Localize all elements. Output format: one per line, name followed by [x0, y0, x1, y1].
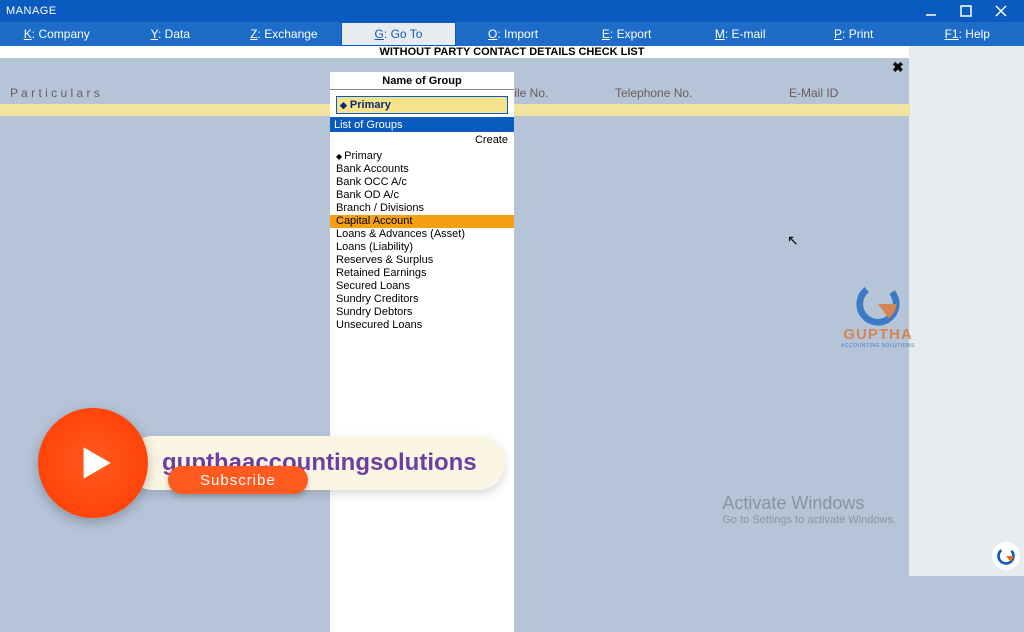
menu-company[interactable]: K: Company: [0, 22, 114, 46]
brand-watermark: GUPTHA ACCOUNTING SOLUTIONS: [838, 280, 918, 349]
group-list: PrimaryBank AccountsBank OCC A/cBank OD …: [330, 150, 514, 332]
menu-import[interactable]: O: Import: [456, 22, 570, 46]
group-item[interactable]: Sundry Debtors: [330, 306, 514, 319]
right-side-panel: [909, 46, 1024, 576]
group-item[interactable]: Reserves & Surplus: [330, 254, 514, 267]
play-icon: [67, 437, 119, 489]
minimize-button[interactable]: [913, 0, 948, 22]
group-item[interactable]: Loans (Liability): [330, 241, 514, 254]
activate-windows-notice: Activate Windows Go to Settings to activ…: [722, 493, 896, 526]
subscribe-overlay: gupthaaccountingsolutions: [38, 408, 505, 518]
group-name-field[interactable]: ◆ Primary: [336, 96, 508, 114]
mouse-cursor-icon: ↖: [787, 232, 799, 249]
maximize-button[interactable]: [948, 0, 983, 22]
group-item[interactable]: Sundry Creditors: [330, 293, 514, 306]
play-button[interactable]: [38, 408, 148, 518]
window-buttons: [913, 0, 1018, 22]
activate-line1: Activate Windows: [722, 493, 896, 514]
corner-logo: [992, 542, 1020, 570]
group-item[interactable]: Loans & Advances (Asset): [330, 228, 514, 241]
group-item[interactable]: Primary: [330, 150, 514, 163]
close-report-button[interactable]: ✖: [892, 59, 906, 73]
group-item[interactable]: Branch / Divisions: [330, 202, 514, 215]
group-selection-popup: Name of Group ◆ Primary List of Groups C…: [330, 72, 514, 632]
brand-subtitle: ACCOUNTING SOLUTIONS: [838, 343, 918, 349]
menu-print[interactable]: P: Print: [797, 22, 911, 46]
group-item[interactable]: Bank OCC A/c: [330, 176, 514, 189]
menu-goto[interactable]: G: Go To: [341, 22, 457, 46]
menu-email[interactable]: M: E-mail: [683, 22, 797, 46]
brand-name: GUPTHA: [838, 326, 918, 343]
subscribe-button[interactable]: Subscribe: [168, 466, 308, 494]
menu-exchange[interactable]: Z: Exchange: [227, 22, 341, 46]
popup-caption: Name of Group: [330, 72, 514, 90]
page-title-bar: WITHOUT PARTY CONTACT DETAILS CHECK LIST: [0, 46, 1024, 58]
group-item[interactable]: Secured Loans: [330, 280, 514, 293]
menubar: K: Company Y: Data Z: Exchange G: Go To …: [0, 22, 1024, 46]
subscribe-label: Subscribe: [200, 472, 276, 489]
group-item[interactable]: Bank OD A/c: [330, 189, 514, 202]
close-window-button[interactable]: [983, 0, 1018, 22]
group-item[interactable]: Retained Earnings: [330, 267, 514, 280]
brand-logo-icon: [854, 280, 902, 328]
app-title: MANAGE: [6, 5, 913, 17]
diamond-icon: ◆: [340, 100, 347, 111]
list-header: List of Groups: [330, 117, 514, 132]
titlebar: MANAGE: [0, 0, 1024, 22]
group-item[interactable]: Unsecured Loans: [330, 319, 514, 332]
group-name-value: Primary: [350, 99, 391, 111]
create-group-link[interactable]: Create: [330, 132, 514, 150]
activate-line2: Go to Settings to activate Windows.: [722, 514, 896, 526]
col-particulars: P a r t i c u l a r s: [10, 86, 100, 100]
col-telephone: Telephone No.: [615, 86, 692, 100]
col-email: E-Mail ID: [789, 86, 838, 100]
group-item[interactable]: Bank Accounts: [330, 163, 514, 176]
menu-data[interactable]: Y: Data: [114, 22, 228, 46]
menu-export[interactable]: E: Export: [570, 22, 684, 46]
menu-help[interactable]: F1: Help: [911, 22, 1024, 46]
group-item[interactable]: Capital Account: [330, 215, 514, 228]
